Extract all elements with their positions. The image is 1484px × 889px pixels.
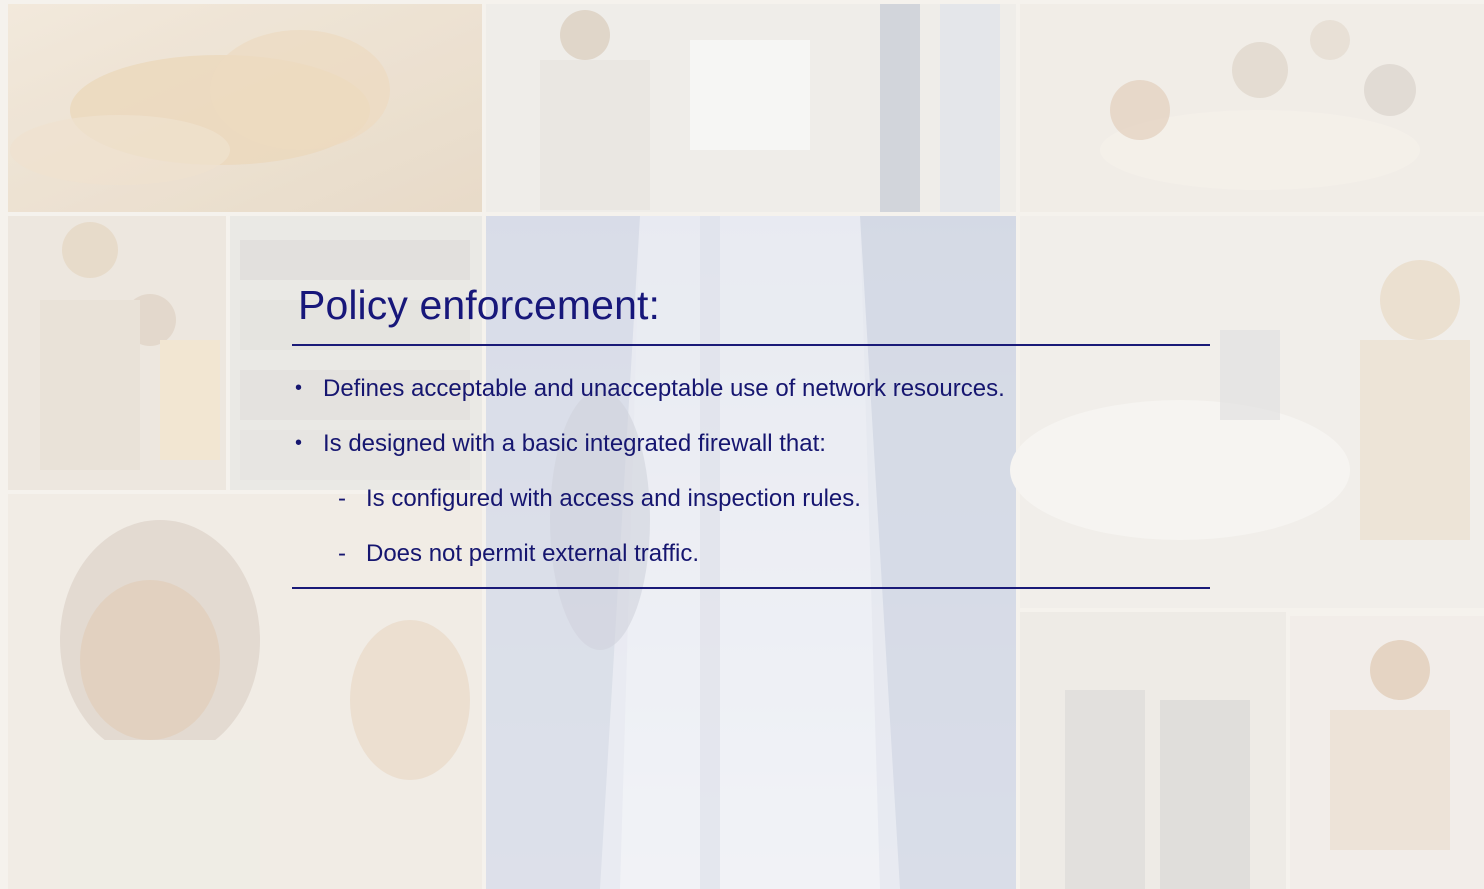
bullet-marker: • [295, 432, 303, 454]
bullet-text: Defines acceptable and unacceptable use … [323, 375, 1005, 402]
sub-bullet-marker: - [338, 485, 346, 512]
slide-content: Policy enforcement: • Defines acceptable… [292, 270, 1210, 589]
bullet-list: • Defines acceptable and unacceptable us… [292, 346, 1210, 581]
sub-bullet-item: - Does not permit external traffic. [292, 526, 1210, 581]
sub-bullet-text: Is configured with access and inspection… [366, 485, 861, 512]
bullet-item: • Is designed with a basic integrated fi… [292, 416, 1210, 471]
slide: Policy enforcement: • Defines acceptable… [0, 0, 1484, 889]
bottom-divider [292, 587, 1210, 589]
slide-title: Policy enforcement: [298, 282, 660, 328]
bullet-marker: • [295, 377, 303, 399]
sub-bullet-text: Does not permit external traffic. [366, 540, 700, 567]
bullet-text: Is designed with a basic integrated fire… [323, 430, 826, 457]
sub-bullet-marker: - [338, 540, 346, 567]
bullet-item: • Defines acceptable and unacceptable us… [292, 361, 1210, 416]
sub-bullet-item: - Is configured with access and inspecti… [292, 471, 1210, 526]
